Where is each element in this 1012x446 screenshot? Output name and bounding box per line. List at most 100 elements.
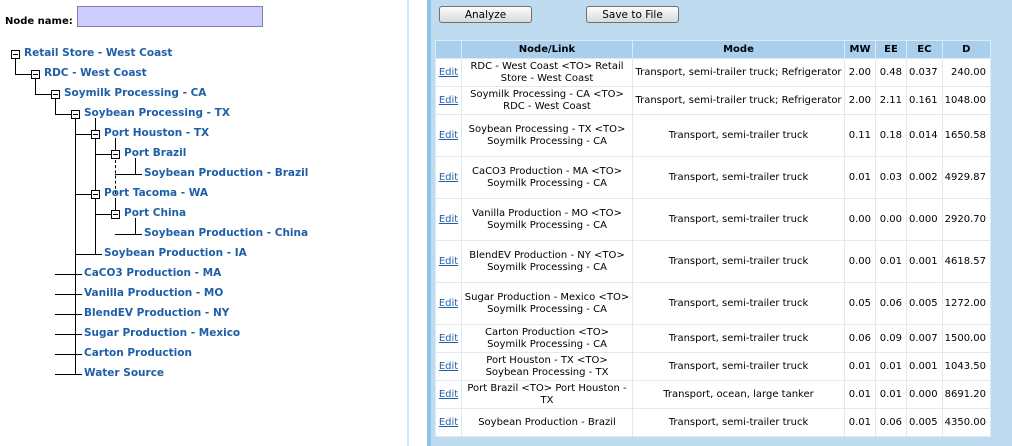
tree-node[interactable]: BlendEV Production - NY [84, 307, 229, 319]
header-ee[interactable]: EE [875, 40, 907, 59]
cell-ee: 2.11 [875, 86, 907, 115]
tree-node[interactable]: Soybean Production - China [144, 227, 308, 239]
cell-mw: 2.00 [844, 86, 876, 115]
tree-node[interactable]: Vanilla Production - MO [84, 287, 223, 299]
tree-node[interactable]: Sugar Production - Mexico [84, 327, 240, 339]
header-mode[interactable]: Mode [632, 40, 845, 59]
cell-mw: 0.00 [844, 198, 876, 241]
cell-node-link: Port Houston - TX <TO> Soybean Processin… [461, 352, 633, 381]
header-d[interactable]: D [941, 40, 992, 59]
tree-leaf-branch [75, 274, 82, 275]
tree-branch [55, 294, 75, 295]
cell-ee: 0.03 [875, 156, 907, 199]
cell-mw: 0.01 [844, 408, 876, 437]
collapse-toggle-icon[interactable] [111, 150, 120, 159]
tree-node[interactable]: Port Houston - TX [104, 127, 209, 139]
tree-node[interactable]: CaCO3 Production - MA [84, 267, 221, 279]
edit-cell: Edit [435, 380, 462, 409]
cell-mw: 0.01 [844, 352, 876, 381]
tree-branch [55, 354, 75, 355]
node-name-label: Node name: [5, 16, 73, 27]
analyze-button[interactable]: Analyze [439, 6, 532, 23]
save-to-file-button[interactable]: Save to File [586, 6, 679, 23]
tree-leaf-branch [135, 234, 142, 235]
cell-ec: 0.161 [906, 86, 943, 115]
panel-splitter[interactable] [407, 0, 431, 446]
cell-d: 1500.00 [941, 324, 992, 353]
cell-mw: 0.00 [844, 240, 876, 283]
edit-link[interactable]: Edit [439, 214, 458, 225]
tree-node[interactable]: Soybean Production - Brazil [144, 167, 308, 179]
table-row: Edit Soymilk Processing - CA <TO> RDC - W… [435, 86, 992, 115]
collapse-toggle-icon[interactable] [91, 130, 100, 139]
edit-link[interactable]: Edit [439, 95, 458, 106]
cell-node-link: Soybean Production - Brazil [461, 408, 633, 437]
tree-node[interactable]: Soymilk Processing - CA [64, 87, 206, 99]
cell-mode: Transport, semi-trailer truck [632, 324, 845, 353]
cell-d: 1048.00 [941, 86, 992, 115]
table-row: Edit BlendEV Production - NY <TO> Soymilk… [435, 240, 992, 283]
node-name-input[interactable] [77, 6, 263, 27]
collapse-toggle-icon[interactable] [51, 90, 60, 99]
header-node-link[interactable]: Node/Link [461, 40, 633, 59]
tree-leaf-branch [75, 374, 82, 375]
cell-mw: 0.05 [844, 282, 876, 325]
cell-mode: Transport, semi-trailer truck [632, 240, 845, 283]
tree-node[interactable]: Carton Production [84, 347, 192, 359]
edit-link[interactable]: Edit [439, 389, 458, 400]
edit-link[interactable]: Edit [439, 298, 458, 309]
cell-mode: Transport, semi-trailer truck [632, 114, 845, 157]
edit-link[interactable]: Edit [439, 256, 458, 267]
edit-link[interactable]: Edit [439, 130, 458, 141]
edit-cell: Edit [435, 156, 462, 199]
tree-branch [55, 374, 75, 375]
tree-node[interactable]: Port China [124, 207, 186, 219]
tree-node[interactable]: RDC - West Coast [44, 67, 147, 79]
tree-node[interactable]: Retail Store - West Coast [24, 47, 172, 59]
cell-d: 8691.20 [941, 380, 992, 409]
cell-node-link: Soymilk Processing - CA <TO> RDC - West … [461, 86, 633, 115]
tree-node[interactable]: Water Source [84, 367, 164, 379]
table-row: Edit Port Brazil <TO> Port Houston - TX Tr… [435, 380, 992, 409]
edit-cell: Edit [435, 58, 462, 87]
tree-node[interactable]: Soybean Production - IA [104, 247, 247, 259]
collapse-toggle-icon[interactable] [71, 110, 80, 119]
collapse-toggle-icon[interactable] [111, 210, 120, 219]
cell-mode: Transport, semi-trailer truck [632, 156, 845, 199]
edit-cell: Edit [435, 198, 462, 241]
cell-ec: 0.000 [906, 198, 943, 241]
collapse-toggle-icon[interactable] [91, 190, 100, 199]
edit-cell: Edit [435, 408, 462, 437]
table-row: Edit Sugar Production - Mexico <TO> Soymi… [435, 282, 992, 325]
header-mw[interactable]: MW [844, 40, 876, 59]
cell-mode: Transport, semi-trailer truck [632, 198, 845, 241]
edit-link[interactable]: Edit [439, 333, 458, 344]
cell-d: 4929.87 [941, 156, 992, 199]
edit-link[interactable]: Edit [439, 361, 458, 372]
cell-d: 1272.00 [941, 282, 992, 325]
tree-guide-2 [55, 98, 56, 114]
tree-node[interactable]: Port Tacoma - WA [104, 187, 208, 199]
collapse-toggle-icon[interactable] [31, 70, 40, 79]
tree-node[interactable]: Port Brazil [124, 147, 186, 159]
tree-guide-10 [135, 218, 136, 234]
cell-ec: 0.002 [906, 156, 943, 199]
header-ec[interactable]: EC [906, 40, 943, 59]
table-row: Edit Carton Production <TO> Soymilk Proce… [435, 324, 992, 353]
edit-link[interactable]: Edit [439, 417, 458, 428]
edit-link[interactable]: Edit [439, 172, 458, 183]
cell-ee: 0.06 [875, 408, 907, 437]
collapse-toggle-icon[interactable] [11, 50, 20, 59]
cell-node-link: Port Brazil <TO> Port Houston - TX [461, 380, 633, 409]
tree-branch [55, 274, 75, 275]
cell-ee: 0.01 [875, 240, 907, 283]
tree-node[interactable]: Soybean Processing - TX [84, 107, 230, 119]
cell-ee: 0.09 [875, 324, 907, 353]
tree-leaf-branch [75, 334, 82, 335]
cell-ec: 0.007 [906, 324, 943, 353]
tree-panel: Node name: Retail Store - West Coast RDC … [0, 0, 407, 446]
edit-link[interactable]: Edit [439, 67, 458, 78]
cell-node-link: Carton Production <TO> Soymilk Processin… [461, 324, 633, 353]
table-row: Edit Port Houston - TX <TO> Soybean Proce… [435, 352, 992, 381]
tree-branch [55, 314, 75, 315]
